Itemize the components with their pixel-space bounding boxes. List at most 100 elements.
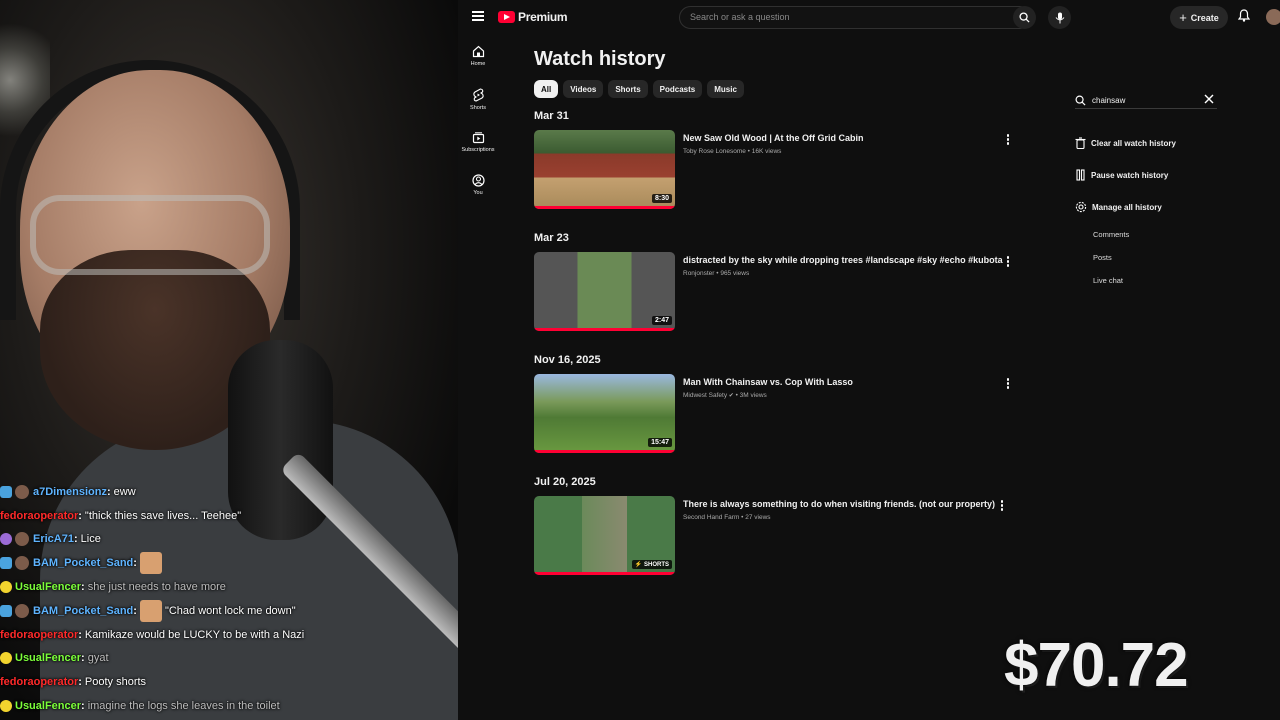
chat-avatar: [15, 556, 29, 571]
screen: a7Dimensionz: eww fedoraoperator: "thick th…: [0, 0, 1280, 720]
chat-overlay: a7Dimensionz: eww fedoraoperator: "thick th…: [0, 480, 458, 718]
channel-name[interactable]: Second Hand Farm: [683, 514, 739, 521]
more-options-icon[interactable]: [1004, 134, 1012, 146]
page-title: Watch history: [534, 48, 666, 70]
chip-podcasts[interactable]: Podcasts: [652, 80, 703, 98]
chat-avatar: [15, 603, 29, 618]
view-count: 965 views: [720, 270, 750, 277]
comments-history-link[interactable]: Comments: [1075, 223, 1217, 246]
gear-icon: [1075, 201, 1087, 213]
chat-username: UsualFencer: [15, 581, 82, 594]
watch-progress-bar: [534, 328, 675, 331]
vip-badge-icon: [0, 700, 12, 713]
chat-avatar: [15, 532, 29, 547]
video-title[interactable]: There is always something to do when vis…: [683, 497, 1003, 511]
history-section: Nov 16, 2025 15:47 Man With Chainsaw vs. C…: [534, 354, 1014, 453]
video-thumbnail[interactable]: 2:47: [534, 252, 675, 331]
action-label: Pause watch history: [1091, 170, 1169, 180]
youtube-logo[interactable]: Premium: [498, 10, 568, 24]
more-options-icon[interactable]: [1004, 256, 1012, 268]
search-icon: [1075, 95, 1086, 106]
video-entry[interactable]: 8:30 New Saw Old Wood | At the Off Grid C…: [534, 130, 1014, 209]
voice-search-button[interactable]: [1048, 6, 1071, 29]
chat-avatar: [15, 484, 29, 499]
video-meta: Toby Rose Lonesome • 16K views: [683, 148, 782, 155]
sidebar-item-you[interactable]: You: [458, 174, 498, 196]
video-title[interactable]: Man With Chainsaw vs. Cop With Lasso: [683, 375, 1003, 389]
history-section: Mar 23 2:47 distracted by the sky while dr…: [534, 232, 1014, 331]
video-duration: 2:47: [651, 316, 672, 325]
action-label: Manage all history: [1092, 202, 1162, 212]
account-avatar[interactable]: [1266, 9, 1280, 25]
clear-history-button[interactable]: Clear all watch history: [1075, 127, 1217, 159]
channel-name[interactable]: Toby Rose Lonesome: [683, 148, 746, 155]
chat-username: a7Dimensionz: [33, 485, 107, 498]
create-button[interactable]: + Create: [1170, 6, 1228, 29]
view-count: 3M views: [739, 392, 767, 399]
close-icon[interactable]: [1204, 94, 1214, 104]
webcam-feed: a7Dimensionz: eww fedoraoperator: "thick th…: [0, 0, 458, 720]
sidebar-item-subscriptions[interactable]: Subscriptions: [458, 131, 498, 153]
sidebar-item-home[interactable]: Home: [458, 45, 498, 67]
more-options-icon[interactable]: [998, 500, 1006, 512]
video-entry[interactable]: 2:47 distracted by the sky while dropping…: [534, 252, 1014, 331]
video-info: There is always something to do when vis…: [683, 497, 1003, 521]
video-thumbnail[interactable]: ⚡ SHORTS: [534, 496, 675, 575]
chip-shorts[interactable]: Shorts: [608, 80, 648, 98]
section-date: Jul 20, 2025: [534, 476, 596, 488]
emote-icon: [139, 599, 162, 622]
chat-message: BAM_Pocket_Sand:: [0, 551, 458, 575]
channel-name[interactable]: Midwest Safety: [683, 392, 727, 399]
logo-text: Premium: [518, 10, 568, 24]
trash-icon: [1075, 137, 1086, 149]
watch-progress-bar: [534, 450, 675, 453]
search-button[interactable]: [1013, 6, 1036, 29]
subscriber-badge-icon: [0, 557, 12, 570]
history-search-input[interactable]: chainsaw: [1075, 92, 1217, 109]
action-label: Clear all watch history: [1091, 138, 1176, 148]
pause-icon: [1076, 169, 1085, 181]
chip-all[interactable]: All: [534, 80, 559, 98]
menu-icon[interactable]: [472, 11, 484, 21]
video-thumbnail[interactable]: 8:30: [534, 130, 675, 209]
video-duration: 15:47: [648, 438, 672, 447]
chip-music[interactable]: Music: [707, 80, 744, 98]
search-input[interactable]: Search or ask a question: [679, 6, 1031, 29]
video-duration: ⚡ SHORTS: [631, 560, 672, 569]
chat-username: fedoraoperator: [0, 676, 79, 689]
you-icon: [471, 174, 485, 187]
video-entry[interactable]: 15:47 Man With Chainsaw vs. Cop With Lass…: [534, 374, 1014, 453]
pause-history-button[interactable]: Pause watch history: [1075, 159, 1217, 191]
more-options-icon[interactable]: [1004, 378, 1012, 390]
watch-progress-bar: [534, 572, 675, 575]
vip-badge-icon: [0, 652, 12, 665]
video-title[interactable]: distracted by the sky while dropping tre…: [683, 253, 1003, 267]
channel-name[interactable]: Ronjonster: [683, 270, 714, 277]
sidebar-item-shorts[interactable]: Shorts: [458, 88, 498, 111]
emote-icon: [139, 552, 162, 575]
history-search-value: chainsaw: [1092, 95, 1126, 105]
notifications-button[interactable]: [1237, 9, 1251, 27]
video-title[interactable]: New Saw Old Wood | At the Off Grid Cabin: [683, 131, 1003, 145]
home-icon: [472, 45, 484, 58]
history-section: Jul 20, 2025 ⚡ SHORTS There is always some…: [534, 476, 1014, 575]
chat-text: "thick thies save lives... Teehee": [84, 509, 242, 522]
video-entry[interactable]: ⚡ SHORTS There is always something to do …: [534, 496, 1014, 575]
subscriber-badge-icon: [0, 485, 12, 498]
chat-username: BAM_Pocket_Sand: [33, 557, 134, 570]
chat-text: Kamikaze would be LUCKY to be with a Naz…: [84, 628, 305, 641]
chat-text: eww: [113, 485, 136, 498]
posts-history-link[interactable]: Posts: [1075, 246, 1217, 269]
chip-videos[interactable]: Videos: [563, 80, 604, 98]
video-thumbnail[interactable]: 15:47: [534, 374, 675, 453]
manage-history-button[interactable]: Manage all history: [1075, 191, 1217, 223]
chat-message: fedoraoperator: "thick thies save lives..…: [0, 509, 242, 522]
sidebar-item-label: Shorts: [470, 105, 486, 111]
video-meta: Ronjonster • 965 views: [683, 270, 750, 277]
bell-icon: [1237, 9, 1251, 22]
subscriptions-icon: [472, 132, 484, 144]
live-chat-history-link[interactable]: Live chat: [1075, 269, 1217, 292]
chat-username: fedoraoperator: [0, 628, 79, 641]
sidebar-item-label: Subscriptions: [461, 147, 495, 153]
search-placeholder: Search or ask a question: [690, 12, 790, 22]
